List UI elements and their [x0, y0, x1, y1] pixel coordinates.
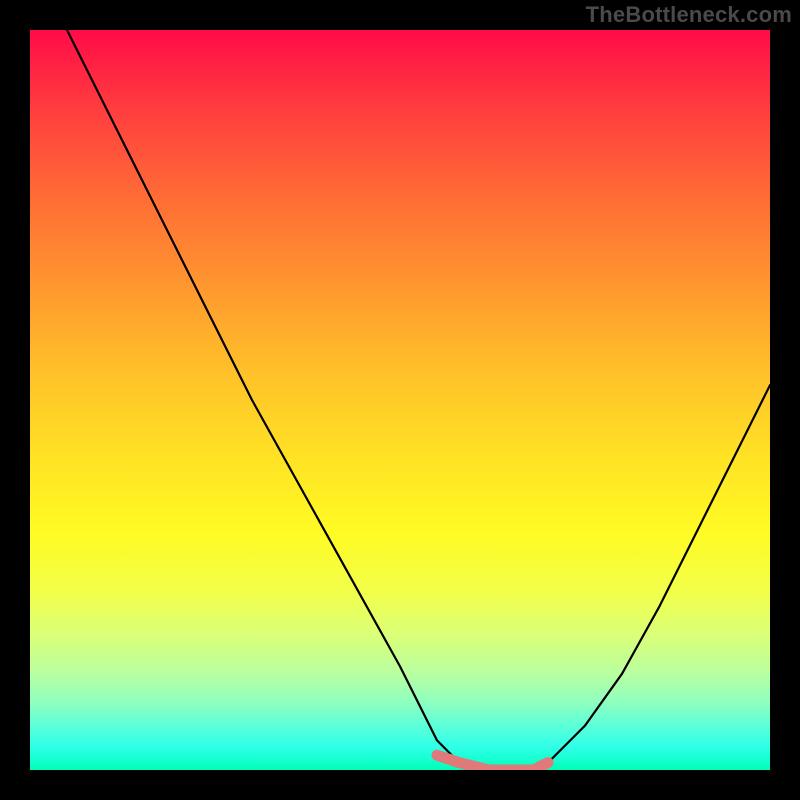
flat-marker-path	[437, 755, 548, 770]
chart-frame: TheBottleneck.com	[0, 0, 800, 800]
bottleneck-curve-path	[67, 30, 770, 770]
curve-svg	[30, 30, 770, 770]
watermark-text: TheBottleneck.com	[586, 2, 792, 28]
plot-area	[30, 30, 770, 770]
